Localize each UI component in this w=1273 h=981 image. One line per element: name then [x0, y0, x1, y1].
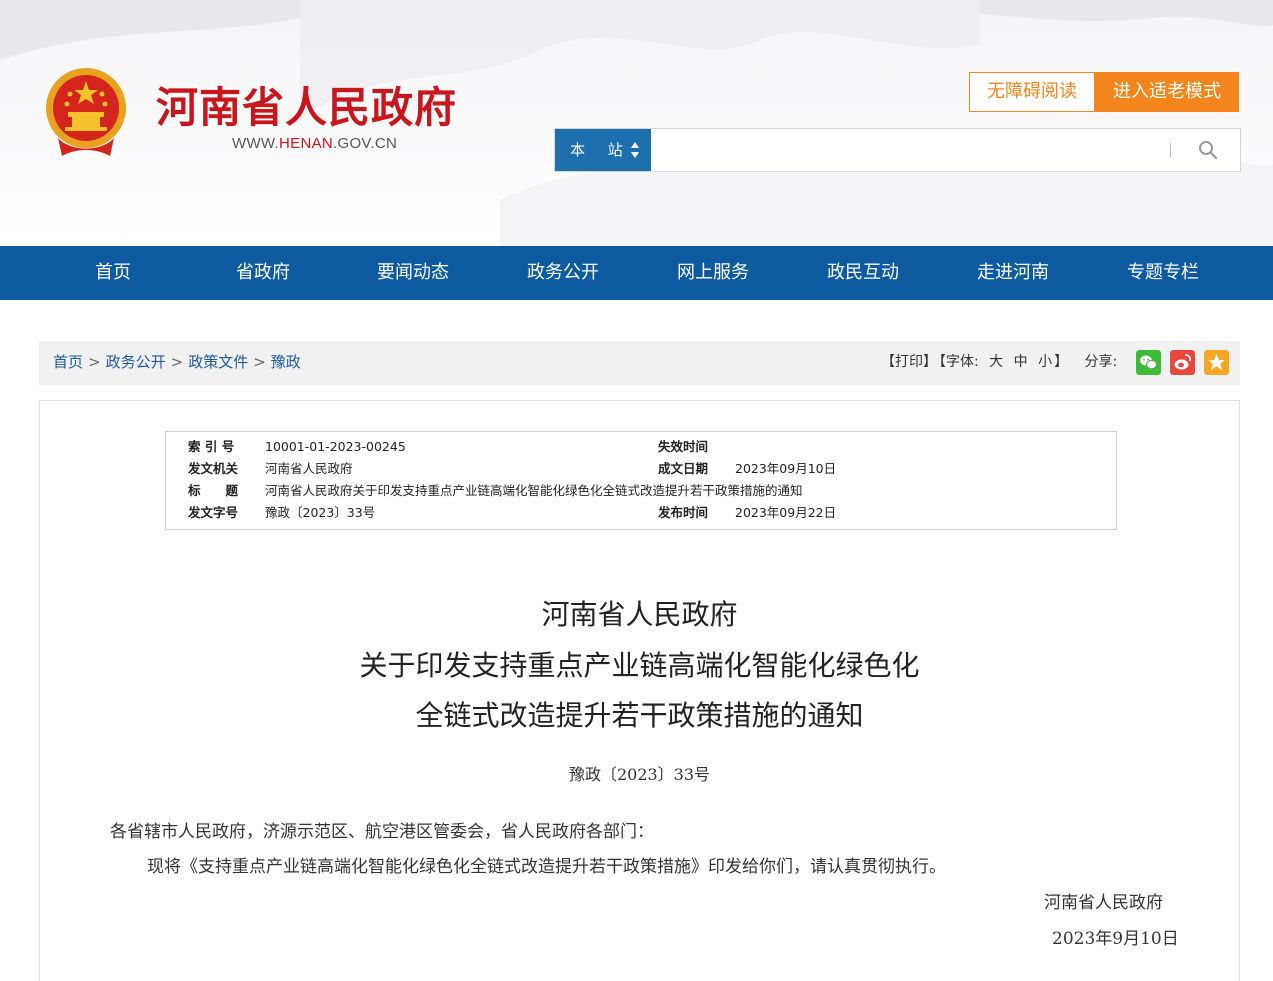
meta-row: 标 题 河南省人民政府关于印发支持重点产业链高端化智能化绿色化全链式改造提升若干…: [166, 480, 1116, 502]
made-date-label: 成文日期: [658, 461, 709, 476]
nav-item-provincial-government[interactable]: 省政府: [188, 246, 338, 300]
document-title-line-2: 关于印发支持重点产业链高端化智能化绿色化: [359, 649, 920, 682]
breadcrumb-policy-documents[interactable]: 政策文件: [188, 353, 248, 371]
site-url: WWW.HENAN.GOV.CN: [232, 135, 397, 152]
font-size-label: 【字体:: [939, 354, 979, 370]
breadcrumb: 首页 > 政务公开 > 政策文件 > 豫政: [53, 341, 301, 384]
breadcrumb-government-affairs[interactable]: 政务公开: [106, 353, 166, 371]
nav-item-home[interactable]: 首页: [38, 246, 188, 300]
font-large-button[interactable]: 大: [989, 354, 1003, 370]
made-date-value: 2023年09月10日: [735, 461, 837, 476]
breadcrumb-home[interactable]: 首页: [53, 353, 83, 371]
breadcrumb-separator: >: [170, 353, 184, 371]
breadcrumb-separator: >: [88, 353, 101, 371]
nav-item-special-topics[interactable]: 专题专栏: [1088, 246, 1238, 300]
font-size-close: 】: [1054, 354, 1069, 370]
search-scope-select[interactable]: 本 站: [555, 129, 651, 171]
document-title-line-3: 全链式改造提升若干政策措施的通知: [415, 699, 864, 732]
issuer-label: 发文机关: [188, 461, 239, 476]
font-small-button[interactable]: 小: [1038, 354, 1052, 370]
nav-item-online-services[interactable]: 网上服务: [638, 246, 788, 300]
article-container: 索 引 号 10001-01-2023-00245 失效时间 发文机关 河南省人…: [39, 400, 1240, 981]
nav-item-interaction[interactable]: 政民互动: [788, 246, 938, 300]
publish-date-label: 发布时间: [658, 505, 709, 520]
print-button[interactable]: 【打印】: [881, 354, 937, 370]
accessibility-button[interactable]: 无障碍阅读: [969, 72, 1095, 112]
site-title: 河南省人民政府: [156, 83, 458, 132]
meta-row: 发文字号 豫政〔2023〕33号 发布时间 2023年09月22日: [166, 502, 1116, 524]
signature-date: 2023年9月10日: [1052, 929, 1179, 949]
nav-item-about-henan[interactable]: 走进河南: [938, 246, 1088, 300]
addressee-paragraph: 各省辖市人民政府，济源示范区、航空港区管委会，省人民政府各部门：: [110, 822, 654, 842]
site-header: 河南省人民政府 WWW.HENAN.GOV.CN 无障碍阅读 进入适老模式 本 …: [0, 0, 1273, 246]
elder-mode-button[interactable]: 进入适老模式: [1095, 72, 1239, 112]
signature: 河南省人民政府: [1044, 893, 1163, 913]
body-paragraph: 现将《支持重点产业链高端化智能化绿色化全链式改造提升若干政策措施》印发给你们，请…: [147, 857, 946, 877]
search-divider: [1170, 143, 1171, 157]
breadcrumb-yuzheng[interactable]: 豫政: [271, 353, 301, 371]
expire-label: 失效时间: [658, 439, 709, 454]
font-medium-button[interactable]: 中: [1014, 354, 1028, 370]
weibo-icon[interactable]: [1170, 350, 1195, 375]
breadcrumb-bar: 首页 > 政务公开 > 政策文件 > 豫政 【打印】 【字体: 大 中 小】 分享:: [39, 341, 1240, 385]
doc-no-value: 豫政〔2023〕33号: [265, 505, 376, 520]
document-metadata-table: 索 引 号 10001-01-2023-00245 失效时间 发文机关 河南省人…: [165, 431, 1117, 530]
main-nav: 首页 省政府 要闻动态 政务公开 网上服务 政民互动 走进河南 专题专栏: [0, 246, 1273, 300]
search-box: 本 站: [554, 128, 1241, 172]
national-emblem-icon: [46, 68, 126, 156]
search-icon[interactable]: [1198, 140, 1218, 160]
index-no-value: 10001-01-2023-00245: [265, 439, 406, 454]
sort-arrows-icon: [631, 142, 639, 158]
title-value: 河南省人民政府关于印发支持重点产业链高端化智能化绿色化全链式改造提升若干政策措施…: [265, 483, 803, 498]
meta-row: 发文机关 河南省人民政府 成文日期 2023年09月10日: [166, 458, 1116, 480]
url-domain: HENAN: [279, 135, 334, 152]
favorite-star-icon[interactable]: [1204, 350, 1229, 375]
search-input[interactable]: [655, 135, 1159, 167]
share-label: 分享:: [1084, 354, 1118, 370]
doc-no-label: 发文字号: [188, 505, 239, 520]
page-tools: 【打印】 【字体: 大 中 小】 分享:: [881, 341, 1119, 384]
document-number: 豫政〔2023〕33号: [568, 765, 711, 784]
url-suffix: .GOV.CN: [333, 135, 398, 152]
breadcrumb-separator: >: [253, 353, 266, 371]
meta-row: 索 引 号 10001-01-2023-00245 失效时间: [166, 436, 1116, 458]
document-title-line-1: 河南省人民政府: [541, 598, 738, 631]
search-scope-label: 本 站: [570, 141, 632, 159]
title-label: 标 题: [188, 483, 239, 498]
nav-item-government-affairs[interactable]: 政务公开: [488, 246, 638, 300]
publish-date-value: 2023年09月22日: [735, 505, 837, 520]
issuer-value: 河南省人民政府: [265, 461, 353, 476]
nav-item-news[interactable]: 要闻动态: [338, 246, 488, 300]
index-no-label: 索 引 号: [188, 439, 235, 454]
url-prefix: WWW.: [232, 135, 280, 152]
wechat-icon[interactable]: [1136, 350, 1161, 375]
